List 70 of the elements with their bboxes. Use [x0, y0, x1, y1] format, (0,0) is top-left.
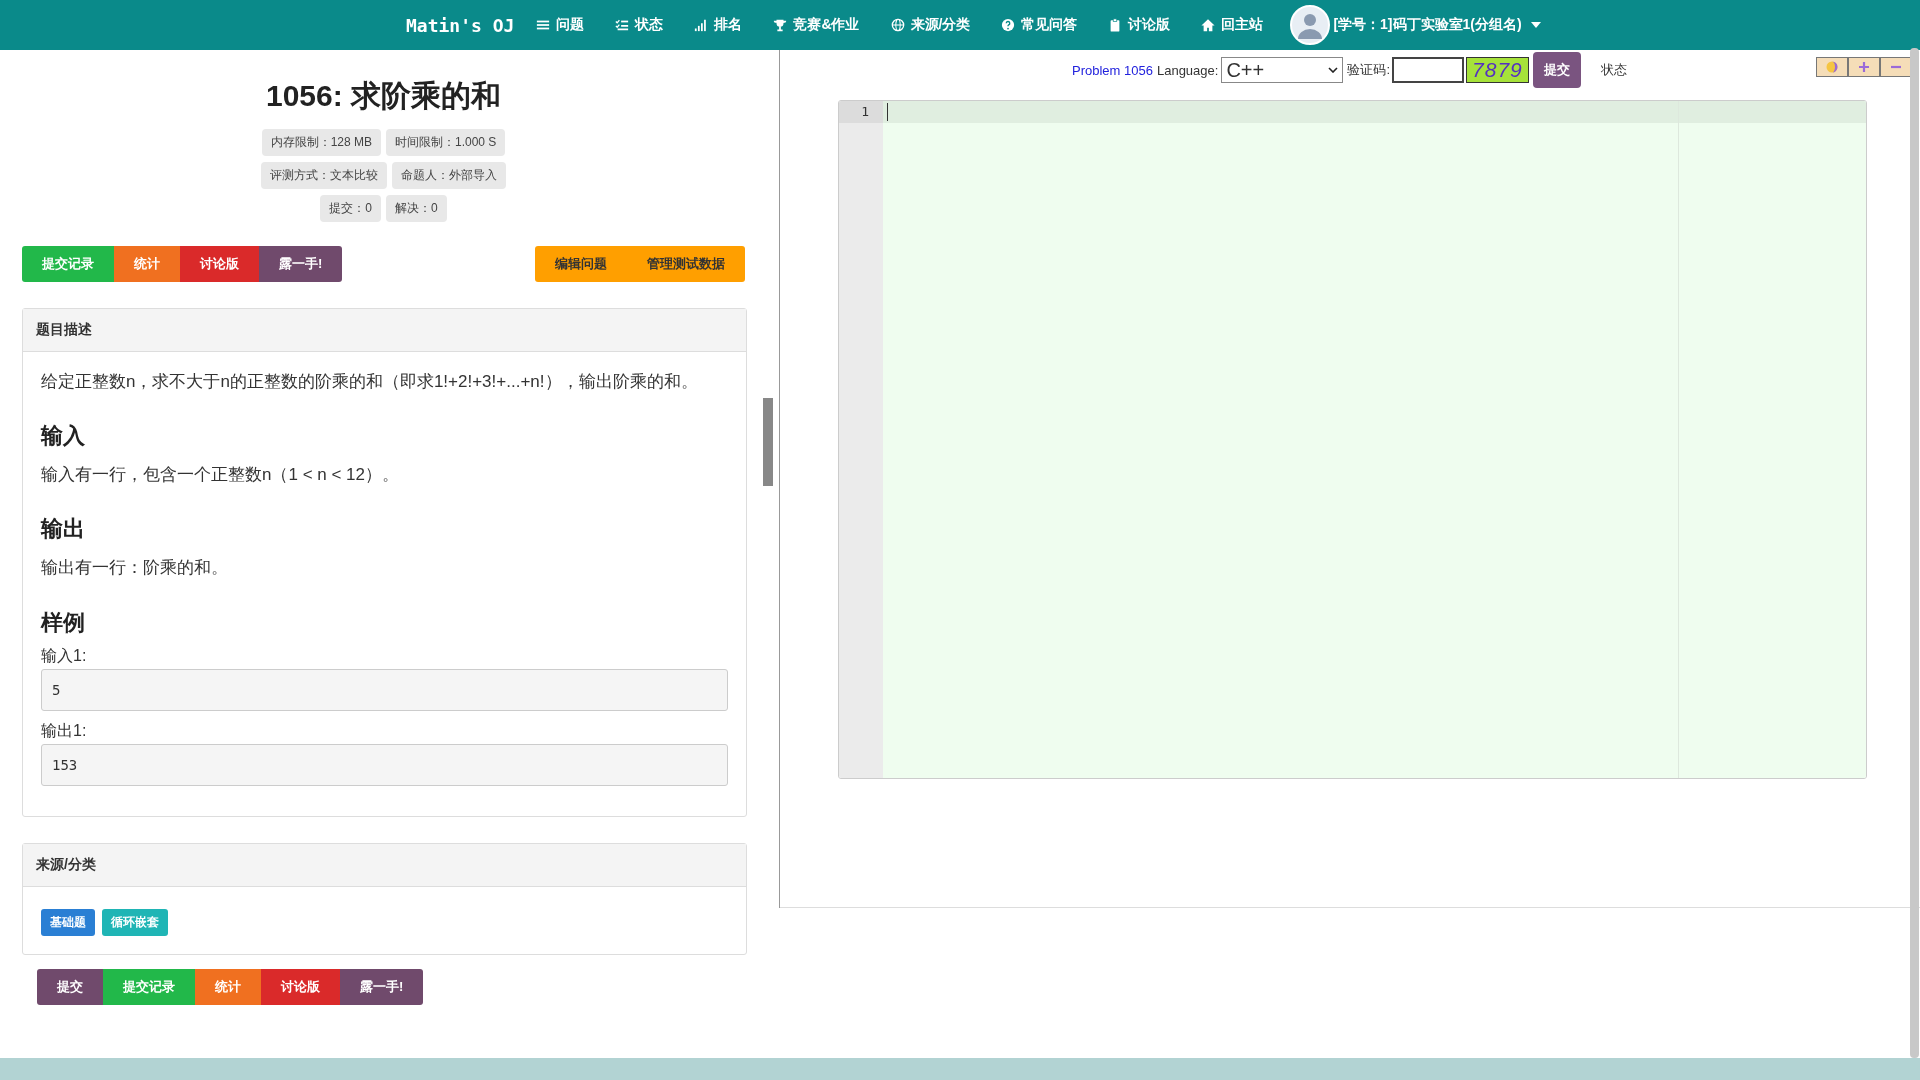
action-button[interactable]: 统计	[114, 246, 180, 282]
nav-link[interactable]: 讨论版	[1108, 16, 1171, 34]
list-icon	[536, 18, 551, 32]
section-heading: 输入	[41, 422, 86, 451]
action-button[interactable]: 露一手!	[259, 246, 343, 282]
globe-icon	[890, 18, 905, 32]
nav-link[interactable]: 竞赛&作业	[773, 16, 860, 34]
section-heading: 样例	[41, 608, 86, 637]
question-icon	[1001, 18, 1016, 32]
paragraph: 输出有一行：阶乘的和。	[41, 557, 229, 580]
half-moon-icon	[1825, 60, 1839, 74]
nav-link[interactable]: 状态	[615, 16, 664, 34]
info-label: 评测方式：文本比较	[261, 162, 387, 189]
signal-bars-icon	[694, 18, 709, 32]
category-tag[interactable]: 基础题	[41, 908, 95, 936]
zoom-out-button[interactable]	[1880, 57, 1912, 77]
info-label: 命题人：外部导入	[392, 162, 506, 189]
paragraph: 给定正整数n，求不大于n的正整数的阶乘的和（即求1!+2!+3!+...+n!），输出阶乘的和。	[41, 371, 699, 393]
panel-heading: 来源/分类	[23, 843, 746, 887]
nav-link[interactable]: 来源/分类	[890, 16, 971, 34]
action-button[interactable]: 提交记录	[103, 968, 195, 1005]
brand-link[interactable]: Matin's OJ	[406, 14, 515, 36]
info-label: 提交：0	[320, 195, 381, 222]
zoom-in-button[interactable]	[1848, 57, 1880, 77]
captcha-image: 7879	[1466, 57, 1529, 83]
code-editor[interactable]: 1	[838, 100, 1867, 779]
action-button[interactable]: 提交记录	[22, 246, 114, 282]
action-button[interactable]: 讨论版	[261, 968, 340, 1005]
admin-button[interactable]: 管理测试数据	[627, 246, 745, 282]
language-label: Language:	[1156, 62, 1219, 78]
section-heading: 输出	[41, 515, 86, 544]
chevron-icon	[1328, 67, 1339, 73]
action-button[interactable]: 讨论版	[180, 246, 259, 282]
info-label: 解决：0	[386, 195, 447, 222]
captcha-label: 验证码:	[1347, 61, 1391, 79]
sample-label: 输出1:	[41, 720, 88, 741]
caret-icon	[1530, 22, 1541, 28]
plus-icon	[1857, 60, 1871, 74]
language-select[interactable]: C++	[1221, 57, 1344, 83]
nav-link[interactable]: 问题	[536, 16, 585, 34]
home-icon	[1201, 18, 1216, 32]
info-label: 内存限制：128 MB	[261, 129, 381, 156]
status-link[interactable]: 状态	[1600, 61, 1627, 79]
sample-block: 5	[41, 668, 728, 711]
line-number: 1	[839, 101, 883, 123]
action-button[interactable]: 提交	[37, 968, 103, 1005]
avatar	[1290, 5, 1331, 45]
panel-heading: 题目描述	[23, 309, 746, 352]
captcha-field[interactable]	[1392, 57, 1465, 83]
problem-title: 1056: 求阶乘的和	[264, 78, 503, 114]
action-button[interactable]: 统计	[195, 968, 261, 1005]
nav-link[interactable]: 常见问答	[1001, 16, 1078, 34]
text-cursor	[887, 103, 888, 121]
scrollbar-thumb[interactable]	[763, 398, 773, 486]
checklist-icon	[615, 18, 630, 32]
paragraph: 输入有一行，包含一个正整数n（1 < n < 12）。	[41, 464, 401, 487]
sample-label: 输入1:	[41, 645, 88, 666]
submit-button[interactable]: 提交	[1532, 52, 1581, 88]
theme-button[interactable]	[1816, 57, 1848, 77]
category-tag[interactable]: 循环嵌套	[102, 908, 168, 936]
trophy-icon	[773, 18, 788, 32]
sample-block: 153	[41, 743, 728, 786]
nav-link[interactable]: 回主站	[1201, 16, 1264, 34]
problem-link[interactable]: Problem 1056	[1072, 62, 1153, 78]
action-button[interactable]: 露一手!	[340, 968, 424, 1005]
nav-link[interactable]: 排名	[694, 16, 743, 34]
scrollbar-thumb[interactable]	[1910, 48, 1919, 1058]
admin-button[interactable]: 编辑问题	[535, 246, 627, 282]
user-menu[interactable]: [学号：1]码丁实验室1(分组名)	[1290, 5, 1541, 45]
info-label: 时间限制：1.000 S	[386, 129, 506, 156]
